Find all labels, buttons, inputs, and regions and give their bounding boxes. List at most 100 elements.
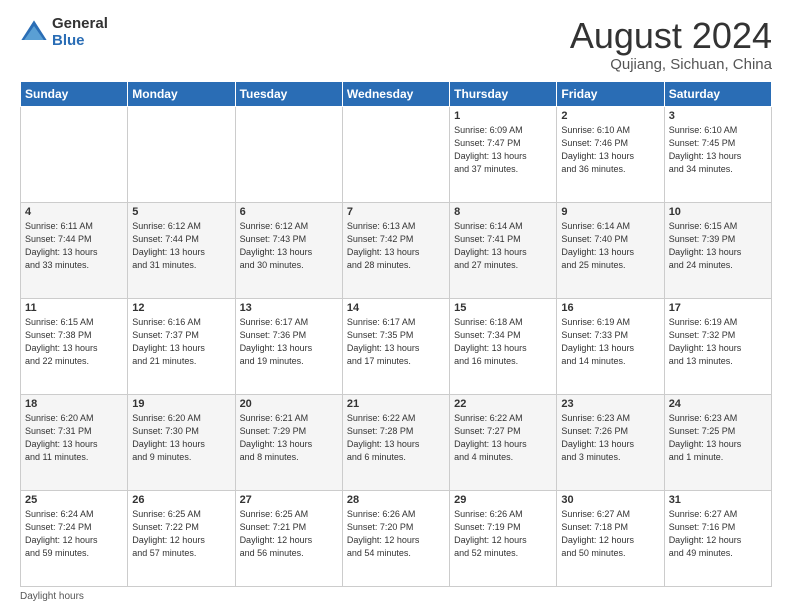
calendar-cell-15: 15 Sunrise: 6:18 AM Sunset: 7:34 PM Dayli… (450, 298, 557, 394)
calendar-cell-4: 4 Sunrise: 6:11 AM Sunset: 7:44 PM Daylig… (21, 202, 128, 298)
calendar-cell-20: 20Sunrise: 6:21 AM Sunset: 7:29 PM Dayli… (235, 394, 342, 490)
logo: General Blue (20, 16, 108, 49)
day-number: 13 (240, 302, 338, 314)
day-info: Sunrise: 6:26 AM Sunset: 7:19 PM Dayligh… (454, 508, 552, 560)
day-info: Sunrise: 6:10 AM Sunset: 7:45 PM Dayligh… (669, 124, 767, 176)
day-info: Sunrise: 6:22 AM Sunset: 7:28 PM Dayligh… (347, 412, 445, 464)
day-number: 29 (454, 494, 552, 506)
day-number: 1 (454, 110, 552, 122)
calendar-cell-9: 9 Sunrise: 6:14 AM Sunset: 7:40 PM Daylig… (557, 202, 664, 298)
calendar-cell-28: 28Sunrise: 6:26 AM Sunset: 7:20 PM Dayli… (342, 490, 449, 586)
calendar-cell-13: 13 Sunrise: 6:17 AM Sunset: 7:36 PM Dayli… (235, 298, 342, 394)
day-number: 10 (669, 206, 767, 218)
main-title: August 2024 (570, 16, 772, 56)
calendar-cell-23: 23Sunrise: 6:23 AM Sunset: 7:26 PM Dayli… (557, 394, 664, 490)
day-info: Sunrise: 6:13 AM Sunset: 7:42 PM Dayligh… (347, 220, 445, 272)
day-number: 4 (25, 206, 123, 218)
day-number: 5 (132, 206, 230, 218)
day-info: Sunrise: 6:14 AM Sunset: 7:40 PM Dayligh… (561, 220, 659, 272)
day-number: 22 (454, 398, 552, 410)
day-info: Sunrise: 6:17 AM Sunset: 7:35 PM Dayligh… (347, 316, 445, 368)
day-info: Sunrise: 6:15 AM Sunset: 7:39 PM Dayligh… (669, 220, 767, 272)
day-number: 9 (561, 206, 659, 218)
day-number: 19 (132, 398, 230, 410)
footer: Daylight hours (20, 591, 772, 602)
day-info: Sunrise: 6:19 AM Sunset: 7:32 PM Dayligh… (669, 316, 767, 368)
calendar-cell-27: 27Sunrise: 6:25 AM Sunset: 7:21 PM Dayli… (235, 490, 342, 586)
calendar-header-thursday: Thursday (450, 81, 557, 106)
day-info: Sunrise: 6:14 AM Sunset: 7:41 PM Dayligh… (454, 220, 552, 272)
day-info: Sunrise: 6:24 AM Sunset: 7:24 PM Dayligh… (25, 508, 123, 560)
calendar-cell-19: 19 Sunrise: 6:20 AM Sunset: 7:30 PM Dayli… (128, 394, 235, 490)
day-info: Sunrise: 6:20 AM Sunset: 7:31 PM Dayligh… (25, 412, 123, 464)
day-info: Sunrise: 6:09 AM Sunset: 7:47 PM Dayligh… (454, 124, 552, 176)
calendar-cell-3: 3 Sunrise: 6:10 AM Sunset: 7:45 PM Daylig… (664, 106, 771, 202)
subtitle: Qujiang, Sichuan, China (570, 56, 772, 73)
day-info: Sunrise: 6:19 AM Sunset: 7:33 PM Dayligh… (561, 316, 659, 368)
day-number: 15 (454, 302, 552, 314)
day-info: Sunrise: 6:23 AM Sunset: 7:25 PM Dayligh… (669, 412, 767, 464)
day-info: Sunrise: 6:17 AM Sunset: 7:36 PM Dayligh… (240, 316, 338, 368)
calendar-table: SundayMondayTuesdayWednesdayThursdayFrid… (20, 81, 772, 587)
calendar-header-friday: Friday (557, 81, 664, 106)
calendar-cell-24: 24 Sunrise: 6:23 AM Sunset: 7:25 PM Dayli… (664, 394, 771, 490)
day-number: 20 (240, 398, 338, 410)
day-info: Sunrise: 6:12 AM Sunset: 7:43 PM Dayligh… (240, 220, 338, 272)
calendar-header-tuesday: Tuesday (235, 81, 342, 106)
calendar-header-row: SundayMondayTuesdayWednesdayThursdayFrid… (21, 81, 772, 106)
calendar-cell-22: 22 Sunrise: 6:22 AM Sunset: 7:27 PM Dayli… (450, 394, 557, 490)
day-info: Sunrise: 6:12 AM Sunset: 7:44 PM Dayligh… (132, 220, 230, 272)
day-info: Sunrise: 6:18 AM Sunset: 7:34 PM Dayligh… (454, 316, 552, 368)
calendar-header-sunday: Sunday (21, 81, 128, 106)
footer-text: Daylight hours (20, 591, 84, 602)
logo-general: General (52, 16, 108, 33)
day-number: 7 (347, 206, 445, 218)
day-number: 24 (669, 398, 767, 410)
calendar-header-saturday: Saturday (664, 81, 771, 106)
calendar-cell-12: 12 Sunrise: 6:16 AM Sunset: 7:37 PM Dayli… (128, 298, 235, 394)
day-info: Sunrise: 6:27 AM Sunset: 7:16 PM Dayligh… (669, 508, 767, 560)
calendar-cell-2: 2Sunrise: 6:10 AM Sunset: 7:46 PM Daylig… (557, 106, 664, 202)
day-number: 27 (240, 494, 338, 506)
calendar-cell-31: 31 Sunrise: 6:27 AM Sunset: 7:16 PM Dayli… (664, 490, 771, 586)
calendar-cell-8: 8 Sunrise: 6:14 AM Sunset: 7:41 PM Daylig… (450, 202, 557, 298)
day-number: 21 (347, 398, 445, 410)
calendar-week-1: 1 Sunrise: 6:09 AM Sunset: 7:47 PM Daylig… (21, 106, 772, 202)
day-number: 8 (454, 206, 552, 218)
day-number: 17 (669, 302, 767, 314)
day-number: 14 (347, 302, 445, 314)
calendar-cell-empty (235, 106, 342, 202)
day-number: 18 (25, 398, 123, 410)
day-number: 3 (669, 110, 767, 122)
calendar-week-3: 11 Sunrise: 6:15 AM Sunset: 7:38 PM Dayli… (21, 298, 772, 394)
calendar-cell-16: 16 Sunrise: 6:19 AM Sunset: 7:33 PM Dayli… (557, 298, 664, 394)
header: General Blue August 2024 Qujiang, Sichua… (20, 16, 772, 73)
day-info: Sunrise: 6:11 AM Sunset: 7:44 PM Dayligh… (25, 220, 123, 272)
calendar-cell-empty (21, 106, 128, 202)
day-info: Sunrise: 6:15 AM Sunset: 7:38 PM Dayligh… (25, 316, 123, 368)
day-number: 26 (132, 494, 230, 506)
calendar-cell-17: 17 Sunrise: 6:19 AM Sunset: 7:32 PM Dayli… (664, 298, 771, 394)
day-number: 12 (132, 302, 230, 314)
day-info: Sunrise: 6:20 AM Sunset: 7:30 PM Dayligh… (132, 412, 230, 464)
calendar-cell-21: 21 Sunrise: 6:22 AM Sunset: 7:28 PM Dayli… (342, 394, 449, 490)
calendar-week-5: 25Sunrise: 6:24 AM Sunset: 7:24 PM Dayli… (21, 490, 772, 586)
calendar-cell-25: 25Sunrise: 6:24 AM Sunset: 7:24 PM Dayli… (21, 490, 128, 586)
day-number: 31 (669, 494, 767, 506)
logo-blue: Blue (52, 33, 108, 50)
day-info: Sunrise: 6:23 AM Sunset: 7:26 PM Dayligh… (561, 412, 659, 464)
day-info: Sunrise: 6:16 AM Sunset: 7:37 PM Dayligh… (132, 316, 230, 368)
calendar-cell-30: 30Sunrise: 6:27 AM Sunset: 7:18 PM Dayli… (557, 490, 664, 586)
calendar-cell-10: 10 Sunrise: 6:15 AM Sunset: 7:39 PM Dayli… (664, 202, 771, 298)
calendar-cell-6: 6Sunrise: 6:12 AM Sunset: 7:43 PM Daylig… (235, 202, 342, 298)
day-info: Sunrise: 6:10 AM Sunset: 7:46 PM Dayligh… (561, 124, 659, 176)
calendar-cell-29: 29 Sunrise: 6:26 AM Sunset: 7:19 PM Dayli… (450, 490, 557, 586)
day-number: 11 (25, 302, 123, 314)
calendar-cell-1: 1 Sunrise: 6:09 AM Sunset: 7:47 PM Daylig… (450, 106, 557, 202)
day-info: Sunrise: 6:22 AM Sunset: 7:27 PM Dayligh… (454, 412, 552, 464)
day-number: 16 (561, 302, 659, 314)
calendar-cell-11: 11 Sunrise: 6:15 AM Sunset: 7:38 PM Dayli… (21, 298, 128, 394)
calendar-week-2: 4 Sunrise: 6:11 AM Sunset: 7:44 PM Daylig… (21, 202, 772, 298)
day-number: 28 (347, 494, 445, 506)
logo-text: General Blue (52, 16, 108, 49)
